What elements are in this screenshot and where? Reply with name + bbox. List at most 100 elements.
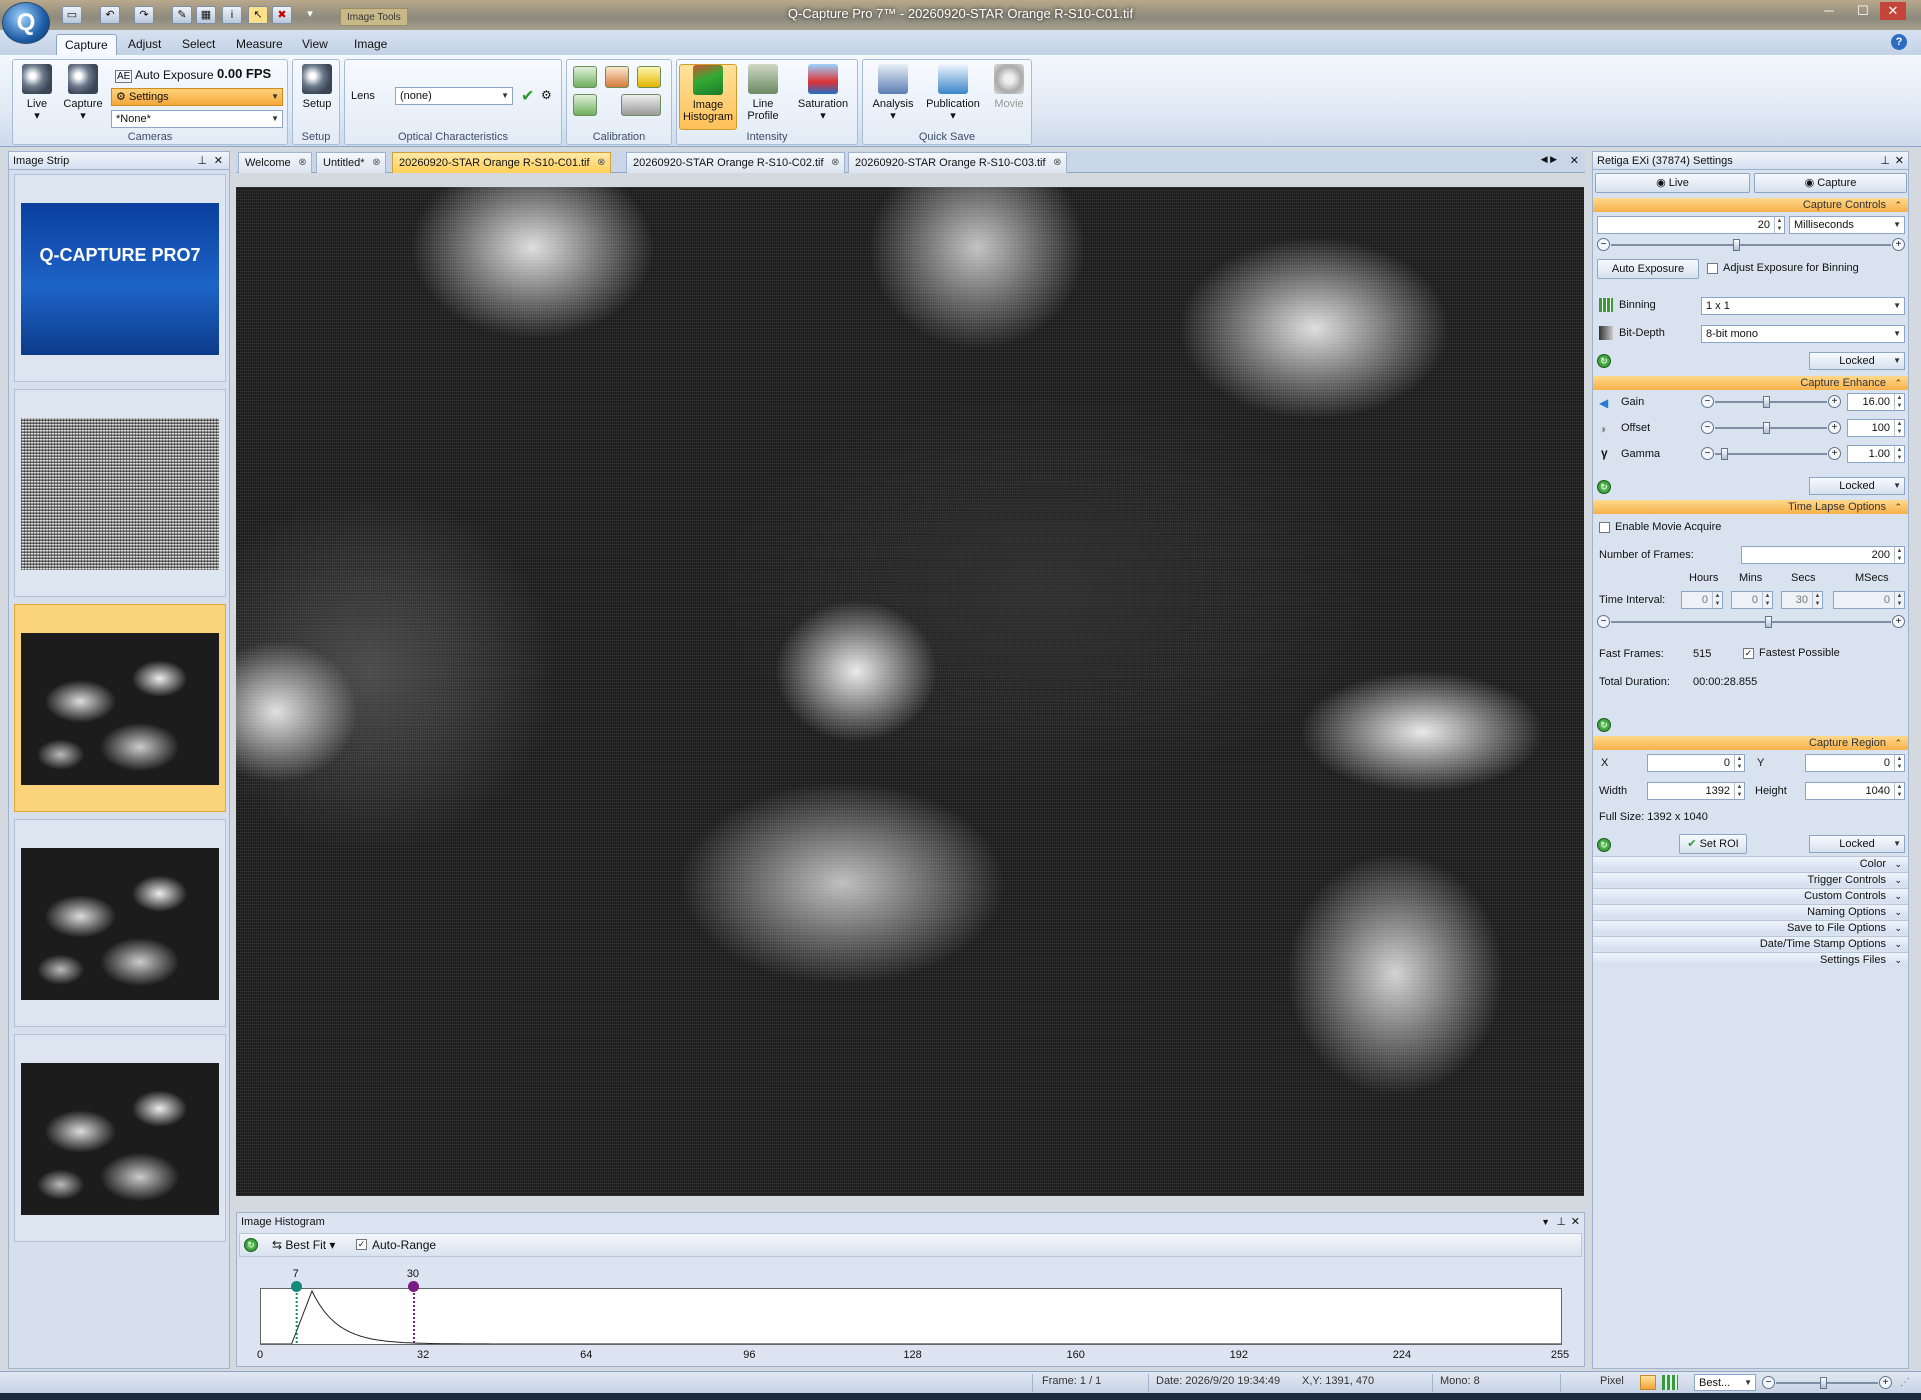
tab-select[interactable]: Select (174, 34, 223, 55)
tab-adjust[interactable]: Adjust (120, 34, 169, 55)
save-to-file-section[interactable]: Save to File Options ⌄ (1593, 920, 1908, 934)
doc-tab-c01[interactable]: 20260920-STAR Orange R-S10-C01.tif ⊗ (392, 152, 611, 173)
offset-input[interactable]: 100 ▲ ▼ (1847, 419, 1905, 437)
pin-icon[interactable]: ⊥ (1556, 1213, 1566, 1231)
camera-calibration-icon[interactable] (621, 94, 661, 116)
tab-view[interactable]: View (294, 34, 336, 55)
redo-icon[interactable]: ↷ (134, 6, 154, 24)
spinner-icon[interactable]: ▲ ▼ (1894, 755, 1904, 771)
spinner-icon[interactable]: ▲ ▼ (1894, 446, 1904, 462)
reset-icon[interactable]: ↻ (1597, 354, 1611, 368)
thumbnail-c02[interactable] (14, 819, 226, 1027)
number-of-frames-input[interactable]: 200 ▲ ▼ (1741, 546, 1905, 564)
spinner-icon[interactable]: ▲ ▼ (1894, 547, 1904, 563)
lens-settings-icon[interactable]: ⚙ (541, 88, 552, 102)
movie-button[interactable]: Movie (987, 64, 1031, 124)
mins-input[interactable]: 0 ▲ ▼ (1731, 591, 1773, 609)
doc-tab-c02[interactable]: 20260920-STAR Orange R-S10-C02.tif ⊗ (626, 152, 845, 173)
preset-dropdown[interactable]: *None* ▼ (111, 110, 283, 128)
gain-input[interactable]: 16.00 ▲ ▼ (1847, 393, 1905, 411)
zoom-in-icon[interactable]: + (1879, 1376, 1892, 1389)
spinner-icon[interactable]: ▲ ▼ (1762, 592, 1772, 608)
delete-icon[interactable]: ✖ (272, 6, 292, 24)
close-tab-icon[interactable]: ⊗ (1053, 153, 1061, 173)
settings-dropdown[interactable]: ⚙ Settings ▼ (111, 88, 283, 106)
close-tab-icon[interactable]: ⊗ (831, 153, 839, 173)
auto-exposure-button[interactable]: Auto Exposure (1597, 259, 1699, 279)
set-roi-button[interactable]: ✔ Set ROI (1679, 834, 1747, 854)
slider-thumb[interactable] (1820, 1377, 1827, 1389)
help-icon[interactable]: ? (1891, 34, 1907, 50)
close-icon[interactable]: ✕ (214, 152, 223, 170)
close-button[interactable]: ✕ (1880, 2, 1906, 20)
lens-dropdown[interactable]: (none) ▼ (395, 87, 513, 105)
publication-button[interactable]: Publication ▾ (921, 64, 985, 124)
tab-measure[interactable]: Measure (228, 34, 291, 55)
low-marker-handle[interactable] (290, 1281, 302, 1292)
close-tab-icon[interactable]: ⊗ (597, 153, 605, 173)
slider-thumb[interactable] (1765, 616, 1772, 628)
grid-view-icon[interactable] (1662, 1375, 1678, 1390)
close-tab-icon[interactable]: ⊗ (372, 153, 380, 173)
auto-range-checkbox[interactable]: ✓ (356, 1239, 367, 1250)
reset-icon[interactable]: ↻ (1597, 838, 1611, 852)
doc-tab-welcome[interactable]: Welcome ⊗ (238, 152, 312, 173)
refresh-icon[interactable]: ↻ (244, 1238, 258, 1252)
image-view-icon[interactable] (1640, 1375, 1656, 1390)
refresh-calibration-icon[interactable] (573, 94, 597, 116)
offset-slider[interactable]: − + (1701, 421, 1841, 435)
exposure-input[interactable]: 20 ▲ ▼ (1597, 216, 1785, 234)
plus-icon[interactable]: + (1892, 615, 1905, 628)
capture-enhance-header[interactable]: Capture Enhance ⌃ (1593, 376, 1908, 390)
maximize-button[interactable]: ☐ (1850, 2, 1876, 20)
roi-width-input[interactable]: 1392 ▲ ▼ (1647, 782, 1745, 800)
close-tab-icon[interactable]: ⊗ (298, 153, 306, 173)
pointer-icon[interactable]: ↖ (248, 6, 268, 24)
dropdown-icon[interactable]: ▼ (1541, 1213, 1550, 1231)
customize-qat-icon[interactable]: ▾ (300, 6, 320, 24)
plus-icon[interactable]: + (1828, 447, 1841, 460)
slider-thumb[interactable] (1733, 239, 1740, 251)
spinner-icon[interactable]: ▲ ▼ (1894, 592, 1904, 608)
fastest-possible-checkbox[interactable]: ✓ (1743, 648, 1754, 659)
tab-scroll-left-icon[interactable]: ◀ ▶ (1541, 154, 1557, 165)
capture-region-header[interactable]: Capture Region ⌃ (1593, 736, 1908, 750)
gamma-slider[interactable]: − + (1701, 447, 1841, 461)
spinner-icon[interactable]: ▲ ▼ (1712, 592, 1722, 608)
msecs-input[interactable]: 0 ▲ ▼ (1833, 591, 1905, 609)
thumbnail-c03[interactable] (14, 1034, 226, 1242)
saturation-button[interactable]: Saturation ▾ (791, 64, 855, 124)
color-section[interactable]: Color ⌄ (1593, 856, 1908, 870)
pencil-icon[interactable]: ✎ (172, 6, 192, 24)
slider-thumb[interactable] (1763, 422, 1770, 434)
new-icon[interactable]: ▭ (62, 6, 82, 24)
spinner-icon[interactable]: ▲ ▼ (1774, 217, 1784, 233)
bit-depth-dropdown[interactable]: 8-bit mono ▼ (1701, 325, 1905, 343)
ruler-icon[interactable] (637, 66, 661, 88)
app-menu-button[interactable]: Q (2, 2, 50, 44)
doc-tab-c03[interactable]: 20260920-STAR Orange R-S10-C03.tif ⊗ (848, 152, 1067, 173)
picture-icon[interactable]: ▦ (196, 6, 216, 24)
spinner-icon[interactable]: ▲ ▼ (1734, 755, 1744, 771)
zoom-slider[interactable]: − + (1762, 1376, 1892, 1390)
minimize-button[interactable]: ─ (1816, 2, 1842, 20)
line-profile-button[interactable]: Line Profile (741, 64, 785, 124)
spinner-icon[interactable]: ▲ ▼ (1812, 592, 1822, 608)
image-histogram-button[interactable]: Image Histogram (679, 64, 737, 130)
minus-icon[interactable]: − (1597, 615, 1610, 628)
live-button[interactable]: Live ▾ (15, 64, 59, 124)
exposure-slider[interactable]: − + (1597, 238, 1905, 252)
slider-thumb[interactable] (1763, 396, 1770, 408)
trigger-controls-section[interactable]: Trigger Controls ⌄ (1593, 872, 1908, 886)
gain-slider[interactable]: − + (1701, 395, 1841, 409)
slider-thumb[interactable] (1721, 448, 1728, 460)
minus-icon[interactable]: − (1701, 395, 1714, 408)
binning-dropdown[interactable]: 1 x 1 ▼ (1701, 297, 1905, 315)
adjust-binning-checkbox[interactable] (1707, 263, 1718, 274)
roi-height-input[interactable]: 1040 ▲ ▼ (1805, 782, 1905, 800)
setup-button[interactable]: Setup (295, 64, 339, 124)
tab-image[interactable]: Image (346, 34, 395, 55)
undo-icon[interactable]: ↶ (100, 6, 120, 24)
spinner-icon[interactable]: ▲ ▼ (1894, 420, 1904, 436)
spinner-icon[interactable]: ▲ ▼ (1894, 783, 1904, 799)
